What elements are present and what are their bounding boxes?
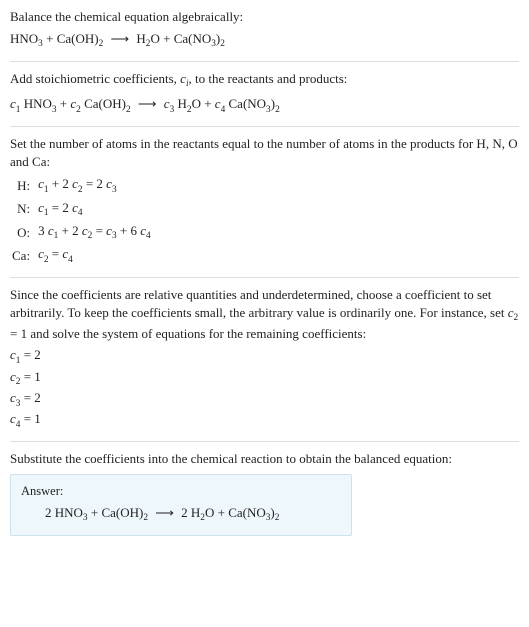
step2-text: Add stoichiometric coefficients, ci, to … — [10, 70, 519, 91]
divider — [10, 126, 519, 127]
species-caoh2: Ca(OH)2 — [57, 31, 104, 46]
solution-c3: c3 = 2 — [10, 389, 519, 410]
atom-balance-table: H: c1 + 2 c2 = 2 c3 N: c1 = 2 c4 O: 3 c1… — [10, 174, 157, 267]
element-eq-n: c1 = 2 c4 — [36, 198, 157, 221]
intro-line: Balance the chemical equation algebraica… — [10, 8, 519, 26]
reaction-arrow: ⟶ — [134, 96, 161, 111]
answer-box: Answer: 2 HNO3 + Ca(OH)2 ⟶ 2 H2O + Ca(NO… — [10, 474, 352, 536]
solution-c1: c1 = 2 — [10, 346, 519, 367]
element-eq-h: c1 + 2 c2 = 2 c3 — [36, 174, 157, 197]
solution-c4: c4 = 1 — [10, 410, 519, 431]
divider — [10, 277, 519, 278]
table-row: Ca: c2 = c4 — [10, 244, 157, 267]
step5-text: Substitute the coefficients into the che… — [10, 450, 519, 468]
reaction-arrow: ⟶ — [151, 505, 178, 520]
coeff-equation: c1 HNO3 + c2 Ca(OH)2 ⟶ c3 H2O + c4 Ca(NO… — [10, 95, 519, 116]
element-label-o: O: — [10, 221, 36, 244]
species-hno3: HNO3 — [10, 31, 43, 46]
table-row: O: 3 c1 + 2 c2 = c3 + 6 c4 — [10, 221, 157, 244]
unbalanced-equation: HNO3 + Ca(OH)2 ⟶ H2O + Ca(NO3)2 — [10, 30, 519, 51]
element-eq-o: 3 c1 + 2 c2 = c3 + 6 c4 — [36, 221, 157, 244]
divider — [10, 441, 519, 442]
table-row: N: c1 = 2 c4 — [10, 198, 157, 221]
element-label-ca: Ca: — [10, 244, 36, 267]
divider — [10, 61, 519, 62]
step3-text: Set the number of atoms in the reactants… — [10, 135, 519, 170]
balanced-equation: 2 HNO3 + Ca(OH)2 ⟶ 2 H2O + Ca(NO3)2 — [21, 504, 341, 525]
answer-label: Answer: — [21, 483, 341, 500]
table-row: H: c1 + 2 c2 = 2 c3 — [10, 174, 157, 197]
species-h2o: H2O — [136, 31, 159, 46]
element-eq-ca: c2 = c4 — [36, 244, 157, 267]
element-label-h: H: — [10, 174, 36, 197]
element-label-n: N: — [10, 198, 36, 221]
step4-text: Since the coefficients are relative quan… — [10, 286, 519, 342]
solution-c2: c2 = 1 — [10, 368, 519, 389]
reaction-arrow: ⟶ — [107, 31, 134, 46]
species-cano32: Ca(NO3)2 — [174, 31, 225, 46]
